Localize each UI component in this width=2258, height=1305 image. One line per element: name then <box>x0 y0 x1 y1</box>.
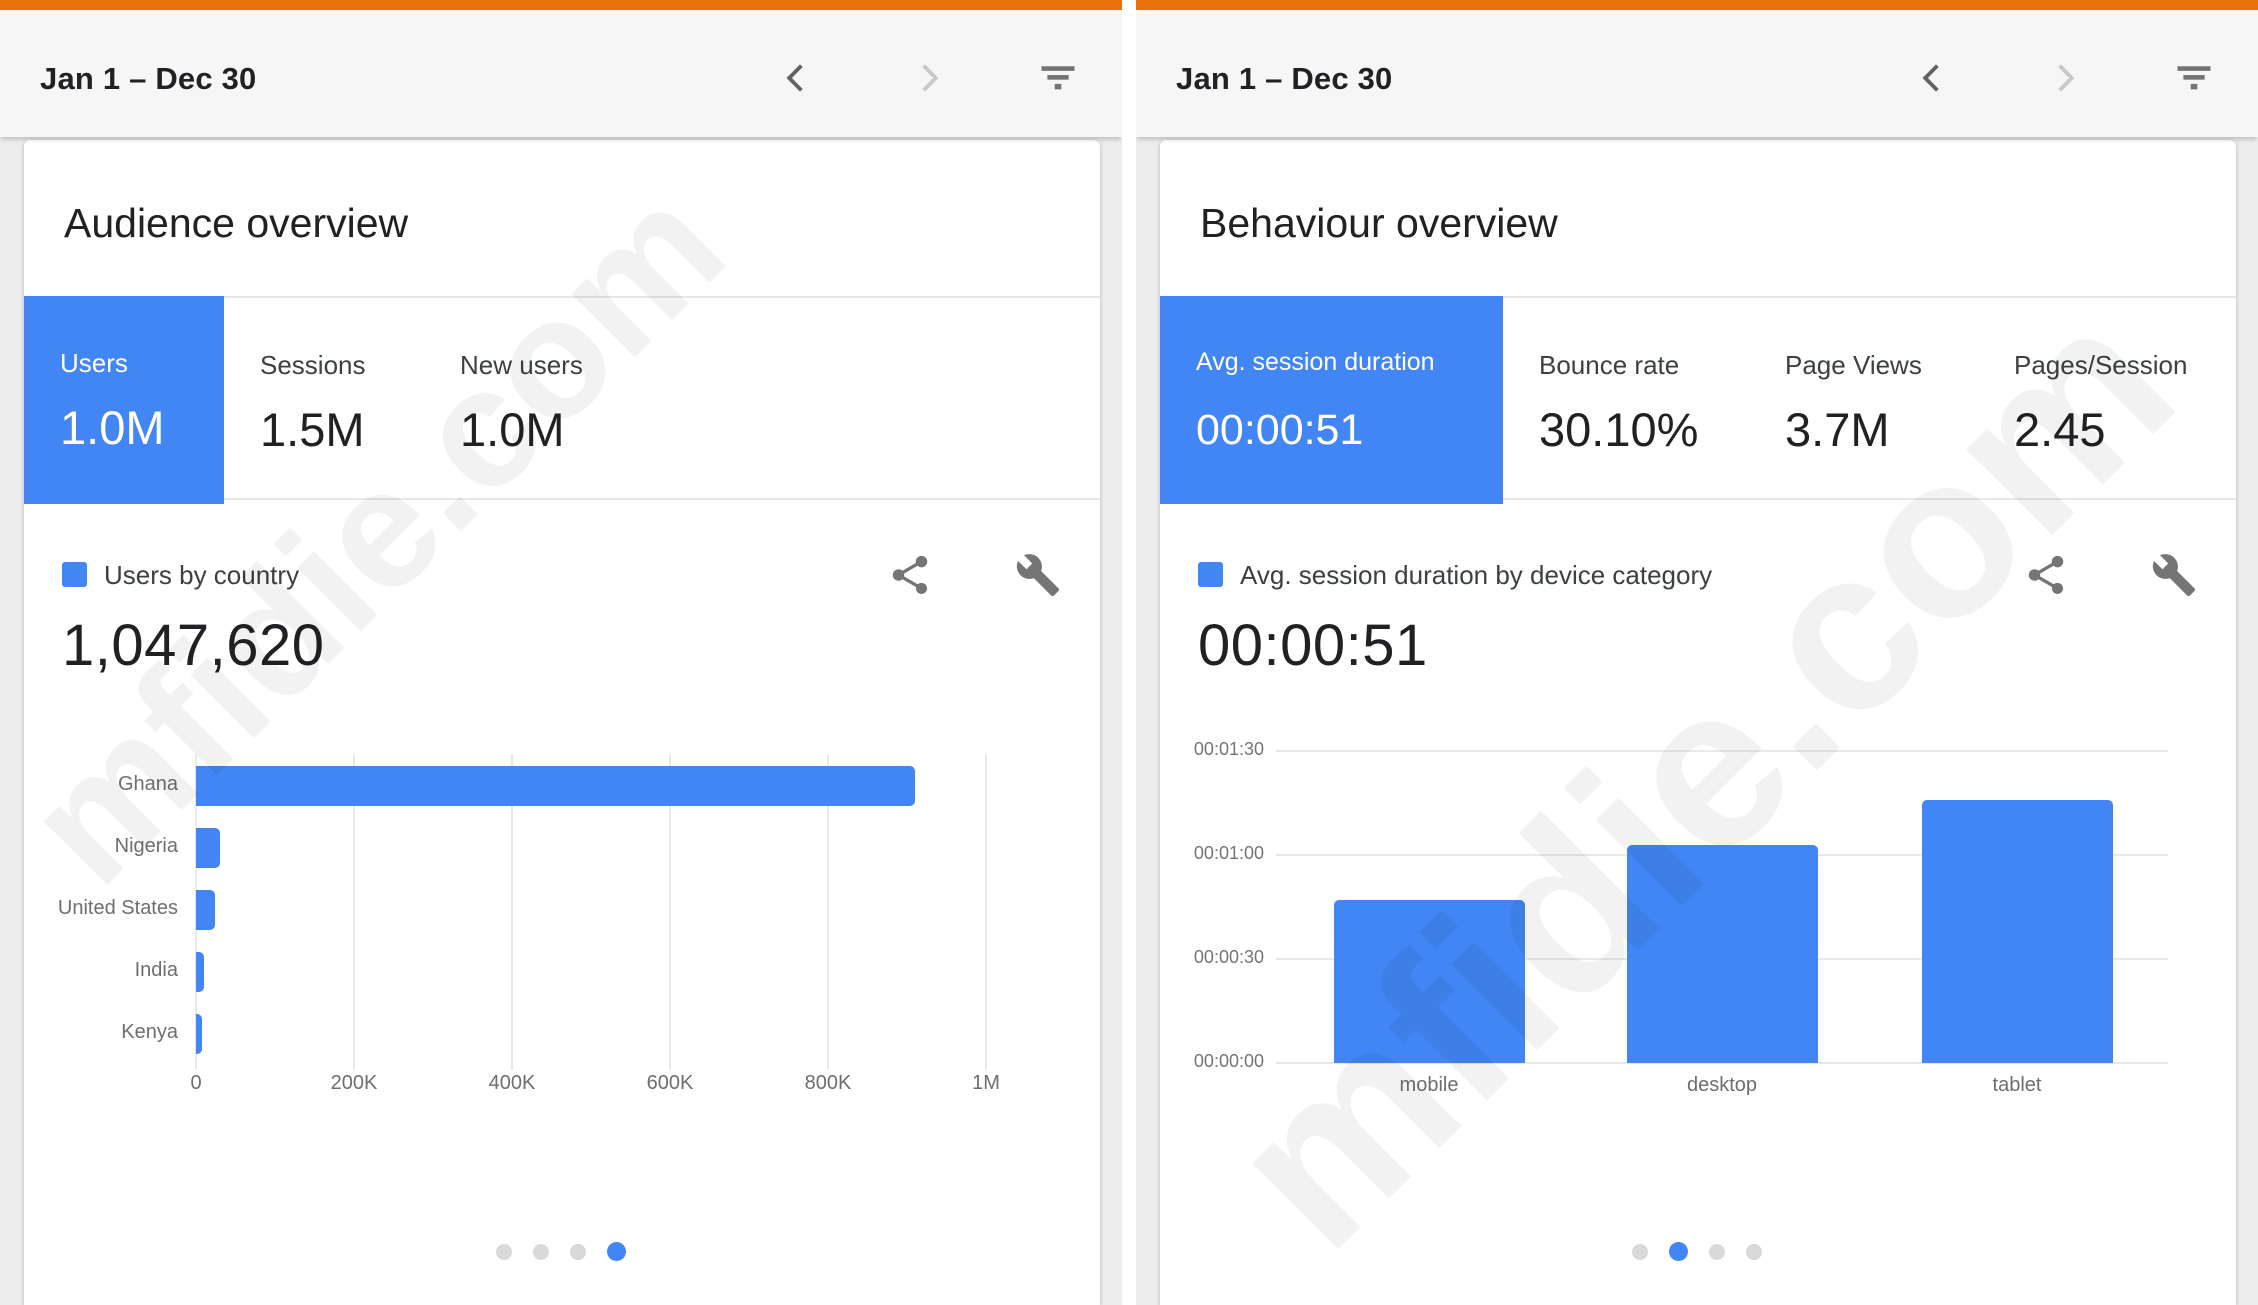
category-label: mobile <box>1329 1074 1529 1097</box>
app-header: Jan 1 – Dec 30 <box>1136 10 2258 137</box>
pagination-dots <box>0 1242 1122 1261</box>
y-axis-tick-label: 00:00:00 <box>1136 1051 1264 1072</box>
x-axis-tick-label: 600K <box>600 1072 740 1095</box>
pagination-dot-1[interactable] <box>1632 1244 1648 1260</box>
next-period-button[interactable] <box>905 55 953 103</box>
chevron-left-icon <box>776 58 816 101</box>
category-label: Nigeria <box>0 835 178 858</box>
chevron-left-icon <box>1912 58 1952 101</box>
x-axis-tick-label: 800K <box>758 1072 898 1095</box>
top-accent-bar <box>0 0 1122 10</box>
bar-ghana <box>196 766 915 806</box>
bar-mobile <box>1334 900 1525 1063</box>
bar-kenya <box>196 1014 202 1054</box>
category-label: India <box>0 959 178 982</box>
bar-desktop <box>1627 845 1818 1063</box>
app-header: Jan 1 – Dec 30 <box>0 10 1122 137</box>
date-range[interactable]: Jan 1 – Dec 30 <box>1176 61 1393 97</box>
filter-funnel-icon <box>2172 56 2216 103</box>
users-by-country-bar-chart: 0 200K 400K 600K 800K 1M Ghana Nigeria United St… <box>0 0 1122 1305</box>
next-period-button[interactable] <box>2041 55 2089 103</box>
pagination-dot-2[interactable] <box>533 1244 549 1260</box>
bar-nigeria <box>196 828 220 868</box>
pagination-dot-3[interactable] <box>570 1244 586 1260</box>
filter-icon[interactable] <box>2170 55 2218 103</box>
x-axis-tick-label: 200K <box>284 1072 424 1095</box>
pagination-dot-2[interactable] <box>1669 1242 1688 1261</box>
pagination-dot-4[interactable] <box>607 1242 626 1261</box>
x-axis-tick-label: 1M <box>916 1072 1056 1095</box>
y-axis-tick-label: 00:00:30 <box>1136 947 1264 968</box>
date-range[interactable]: Jan 1 – Dec 30 <box>40 61 257 97</box>
gridline <box>1276 750 2168 752</box>
pagination-dot-3[interactable] <box>1709 1244 1725 1260</box>
category-label: tablet <box>1917 1074 2117 1097</box>
x-axis-tick-label: 400K <box>442 1072 582 1095</box>
chevron-right-icon <box>2045 58 2085 101</box>
pagination-dot-4[interactable] <box>1746 1244 1762 1260</box>
category-label: Kenya <box>0 1021 178 1044</box>
category-label: United States <box>0 897 178 920</box>
top-accent-bar <box>1136 0 2258 10</box>
previous-period-button[interactable] <box>1908 55 1956 103</box>
category-label: desktop <box>1622 1074 1822 1097</box>
gridline <box>985 754 987 1070</box>
panel-audience-overview: Jan 1 – Dec 30 Audience overview Users1.… <box>0 0 1122 1305</box>
pagination-dot-1[interactable] <box>496 1244 512 1260</box>
x-axis-tick-label: 0 <box>126 1072 266 1095</box>
bar-tablet <box>1922 800 2113 1063</box>
bar-india <box>196 952 204 992</box>
category-label: Ghana <box>0 773 178 796</box>
filter-funnel-icon <box>1036 56 1080 103</box>
session-duration-bar-chart: 00:00:00 00:00:30 00:01:00 00:01:30 mobile de… <box>1136 0 2258 1305</box>
previous-period-button[interactable] <box>772 55 820 103</box>
y-axis-tick-label: 00:01:00 <box>1136 843 1264 864</box>
bar-united-states <box>196 890 215 930</box>
y-axis-tick-label: 00:01:30 <box>1136 739 1264 760</box>
filter-icon[interactable] <box>1034 55 1082 103</box>
pagination-dots <box>1136 1242 2258 1261</box>
chevron-right-icon <box>909 58 949 101</box>
panel-behaviour-overview: Jan 1 – Dec 30 Behaviour overview Avg. s… <box>1136 0 2258 1305</box>
